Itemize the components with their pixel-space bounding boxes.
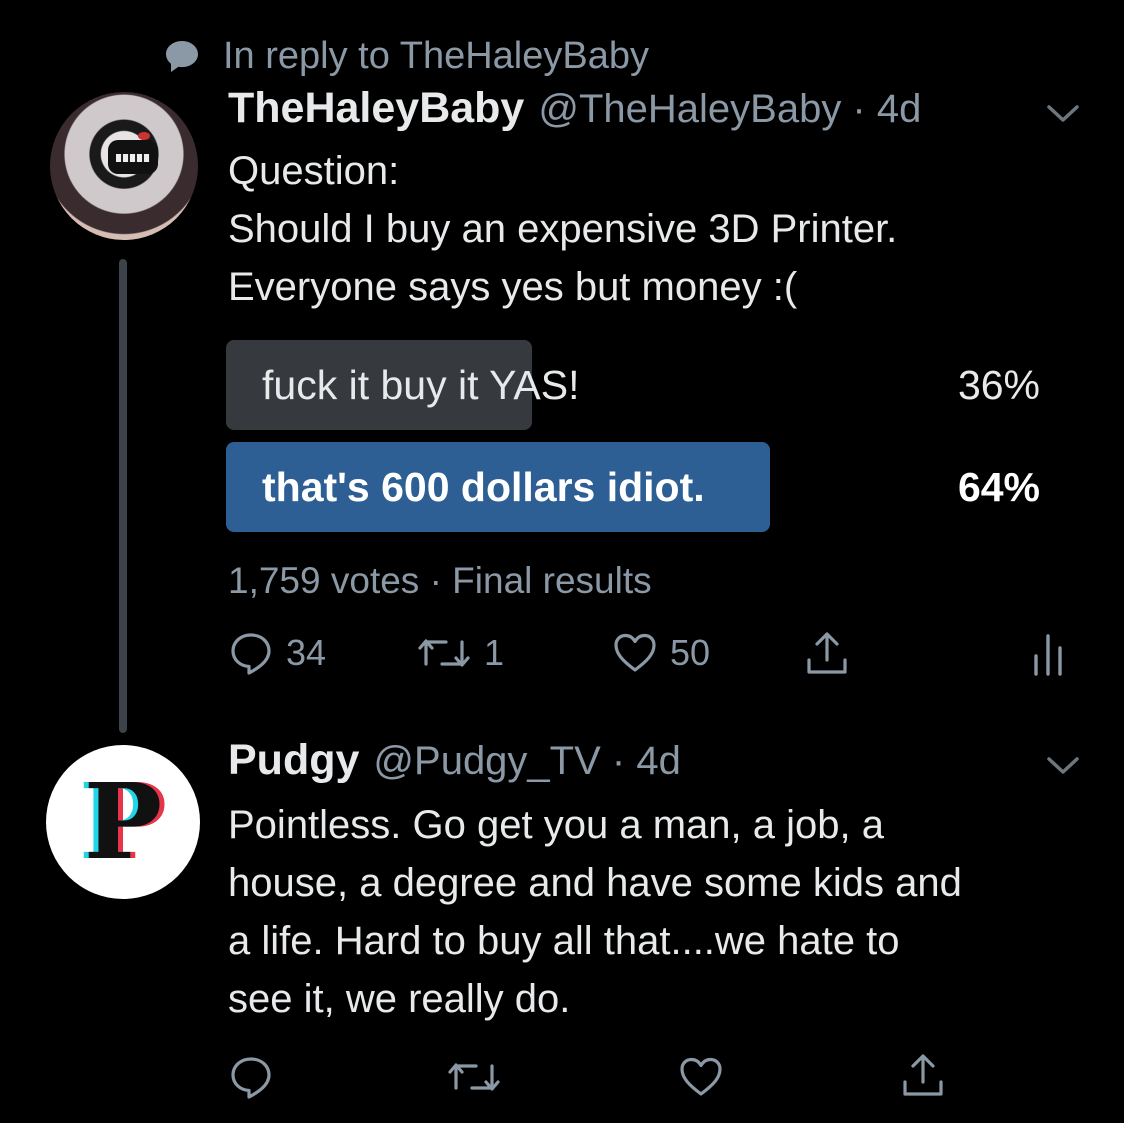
avatar[interactable]: P [46,745,200,899]
avatar-eye-shape [138,132,150,140]
retweet-icon [446,1054,502,1100]
analytics-button[interactable] [1030,632,1066,676]
tweet-text: Question: Should I buy an expensive 3D P… [228,142,897,316]
tweet-header: TheHaleyBaby @TheHaleyBaby · 4d [228,84,921,140]
chevron-down-icon[interactable] [1046,104,1080,129]
like-button[interactable] [678,1054,724,1100]
display-name[interactable]: Pudgy [228,736,359,785]
poll-option-percent: 64% [957,464,1040,510]
like-button[interactable]: 50 [612,630,710,676]
handle-and-time[interactable]: @Pudgy_TV · 4d [373,739,680,784]
retweet-button[interactable] [446,1054,502,1100]
reply-context-text: In reply to TheHaleyBaby [223,34,649,77]
share-icon [804,630,850,678]
share-button[interactable] [900,1052,946,1100]
tweet-header: Pudgy @Pudgy_TV · 4d [228,736,681,792]
tweet-text-line: Everyone says yes but money :( [228,265,798,309]
reply-button[interactable] [228,1054,274,1100]
avatar-teeth-shape [116,154,150,162]
tweet-text-line: house, a degree and have some kids and [228,861,962,905]
heart-icon [612,630,658,676]
tweet-text-line: Question: [228,149,400,193]
avatar[interactable] [50,92,198,240]
poll-meta: 1,759 votes · Final results [228,560,652,601]
tweet-text-line: Should I buy an expensive 3D Printer. [228,207,898,251]
share-button[interactable] [804,630,850,678]
reply-count: 34 [286,632,327,673]
reply-button[interactable]: 34 [228,630,326,676]
retweet-count: 1 [484,632,505,673]
chevron-down-icon[interactable] [1046,756,1080,781]
handle-and-time[interactable]: @TheHaleyBaby · 4d [538,87,921,132]
reply-context[interactable]: In reply to TheHaleyBaby [163,34,649,78]
tweet-text-line: see it, we really do. [228,977,571,1021]
retweet-icon [416,630,472,676]
retweet-button[interactable]: 1 [416,630,504,676]
speech-bubble-icon [163,37,201,75]
avatar-letter: P [83,760,163,883]
analytics-icon [1030,632,1066,676]
poll-option: fuck it buy it YAS! 36% [226,340,1046,430]
display-name[interactable]: TheHaleyBaby [228,84,524,133]
poll-option-label: that's 600 dollars idiot. [262,464,705,510]
reply-icon [228,1054,274,1100]
share-icon [900,1052,946,1100]
poll-option-winner: that's 600 dollars idiot. 64% [226,442,1046,532]
tweet-text-line: Pointless. Go get you a man, a job, a [228,803,884,847]
reply-icon [228,630,274,676]
tweet-text: Pointless. Go get you a man, a job, a ho… [228,796,962,1028]
poll-option-percent: 36% [957,362,1040,408]
tweet-text-line: a life. Hard to buy all that....we hate … [228,919,900,963]
thread-connector-line [119,259,127,733]
poll-option-label: fuck it buy it YAS! [262,362,580,408]
like-count: 50 [670,632,711,673]
heart-icon [678,1054,724,1100]
